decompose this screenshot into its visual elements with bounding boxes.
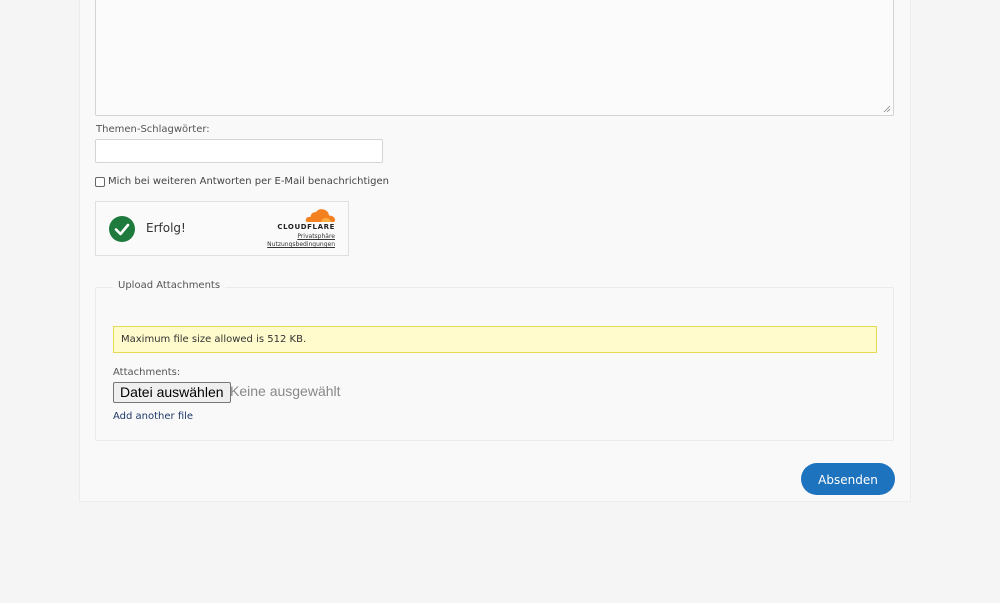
tags-label: Themen-Schlagwörter: [96,124,210,135]
notify-checkbox[interactable] [95,176,105,187]
file-status-text: Keine ausgewählt [230,383,341,399]
cloudflare-wordmark: CLOUDFLARE [277,223,335,231]
notify-option[interactable]: Mich bei weiteren Antworten per E-Mail b… [95,176,389,187]
resize-handle-icon[interactable] [883,105,891,113]
submit-button[interactable]: Absenden [801,463,895,495]
privacy-link[interactable]: Privatsphäre [297,233,335,240]
terms-link[interactable]: Nutzungsbedingungen [267,241,335,248]
success-check-icon [109,216,135,242]
tags-input[interactable] [95,139,383,163]
add-another-file-link[interactable]: Add another file [113,411,193,422]
cloudflare-turnstile-widget: Erfolg! CLOUDFLARE Privatsphäre Nutzungs… [95,201,349,256]
file-size-notice: Maximum file size allowed is 512 KB. [113,326,877,353]
reply-textarea[interactable] [95,0,894,116]
notify-label: Mich bei weiteren Antworten per E-Mail b… [108,176,389,187]
attachments-label: Attachments: [113,367,181,378]
cloudflare-cloud-icon [305,209,336,222]
attachments-fieldset [95,287,894,441]
choose-file-button[interactable]: Datei auswählen [113,382,231,403]
attachments-legend: Upload Attachments [113,280,226,291]
turnstile-status: Erfolg! [146,221,186,235]
